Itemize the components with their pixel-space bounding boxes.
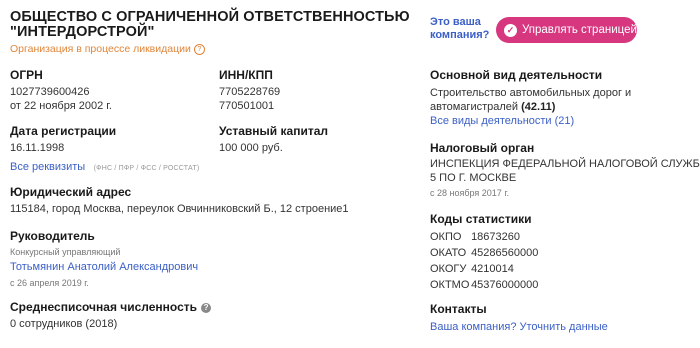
- ogrn-value: 1027739600426: [10, 86, 90, 98]
- tax-line2: 5 ПО Г. МОСКВЕ: [430, 172, 517, 184]
- stat-value: 18673260: [471, 231, 521, 243]
- stat-value: 45286560000: [471, 247, 539, 259]
- activity-code: (42.11): [521, 101, 556, 113]
- stats-label: Коды статистики: [430, 212, 532, 226]
- company-name-line2: "ИНТЕРДОРСТРОЙ": [10, 24, 155, 40]
- info-icon[interactable]: ?: [193, 43, 205, 55]
- details-row: Все реквизиты (ФНС / ПФР / ФСС / РОССТАТ…: [10, 157, 199, 175]
- head-role: Конкурсный управляющий: [10, 247, 121, 257]
- address-value: 115184, город Москва, переулок Овчиннико…: [10, 203, 349, 215]
- head-since: с 26 апреля 2019 г.: [10, 278, 89, 288]
- employees-label: Среднесписочная численность: [10, 300, 198, 314]
- liquidation-status-text: Организация в процессе ликвидации: [10, 43, 191, 55]
- activity-label: Основной вид деятельности: [430, 68, 603, 82]
- registration-label: Дата регистрации: [10, 124, 117, 138]
- stat-row-okpo: ОКПО 18673260: [430, 231, 520, 244]
- kpp-value: 770501001: [219, 100, 275, 112]
- employees-value: 0 сотрудников (2018): [10, 318, 118, 330]
- activity-line2-text: автомагистралей: [430, 101, 519, 113]
- owner-prompt-line2: компания?: [430, 29, 490, 41]
- all-details-link[interactable]: Все реквизиты: [10, 161, 85, 173]
- capital-value: 100 000 руб.: [219, 142, 283, 154]
- stat-value: 4210014: [471, 263, 514, 275]
- all-activities-link[interactable]: Все виды деятельности (21): [430, 115, 574, 127]
- capital-label: Уставный капитал: [219, 124, 328, 138]
- stat-value: 45376000000: [471, 279, 539, 291]
- ogrn-label: ОГРН: [10, 68, 43, 82]
- stat-row-okogu: ОКОГУ 4210014: [430, 263, 514, 276]
- owner-prompt-link[interactable]: Это ваша компания?: [430, 16, 489, 42]
- head-label: Руководитель: [10, 229, 95, 243]
- stat-row-okato: ОКАТО 45286560000: [430, 247, 538, 260]
- activity-line1: Строительство автомобильных дорог и: [430, 87, 632, 99]
- details-sources: (ФНС / ПФР / ФСС / РОССТАТ): [93, 165, 200, 172]
- stat-key: ОКАТО: [430, 247, 467, 259]
- contacts-label: Контакты: [430, 302, 487, 316]
- employees-row: Среднесписочная численность?: [10, 300, 212, 314]
- manage-page-label: Управлять страницей: [522, 24, 637, 36]
- owner-prompt-line1: Это ваша: [430, 16, 481, 28]
- head-name-link[interactable]: Тотьмянин Анатолий Александрович: [10, 261, 198, 273]
- tax-line1: ИНСПЕКЦИЯ ФЕДЕРАЛЬНОЙ НАЛОГОВОЙ СЛУЖБЫ №: [430, 158, 700, 170]
- question-icon[interactable]: ?: [201, 303, 212, 313]
- stat-key: ОКТМО: [430, 279, 470, 291]
- stat-key: ОКОГУ: [430, 263, 467, 275]
- inn-value: 7705228769: [219, 86, 281, 98]
- inn-kpp-label: ИНН/КПП: [219, 68, 273, 82]
- address-label: Юридический адрес: [10, 185, 132, 199]
- check-icon: ✓: [504, 23, 517, 37]
- stat-row-oktmo: ОКТМО 45376000000: [430, 279, 538, 292]
- clarify-data-link[interactable]: Ваша компания? Уточнить данные: [430, 321, 608, 333]
- ogrn-date: от 22 ноября 2002 г.: [10, 100, 112, 112]
- tax-since: с 28 ноября 2017 г.: [430, 188, 510, 198]
- manage-page-button[interactable]: ✓ Управлять страницей: [496, 17, 637, 43]
- tax-label: Налоговый орган: [430, 141, 535, 155]
- activity-line2: автомагистралей (42.11): [430, 101, 555, 114]
- liquidation-status: Организация в процессе ликвидации?: [10, 43, 205, 55]
- stat-key: ОКПО: [430, 231, 462, 243]
- registration-value: 16.11.1998: [10, 142, 65, 154]
